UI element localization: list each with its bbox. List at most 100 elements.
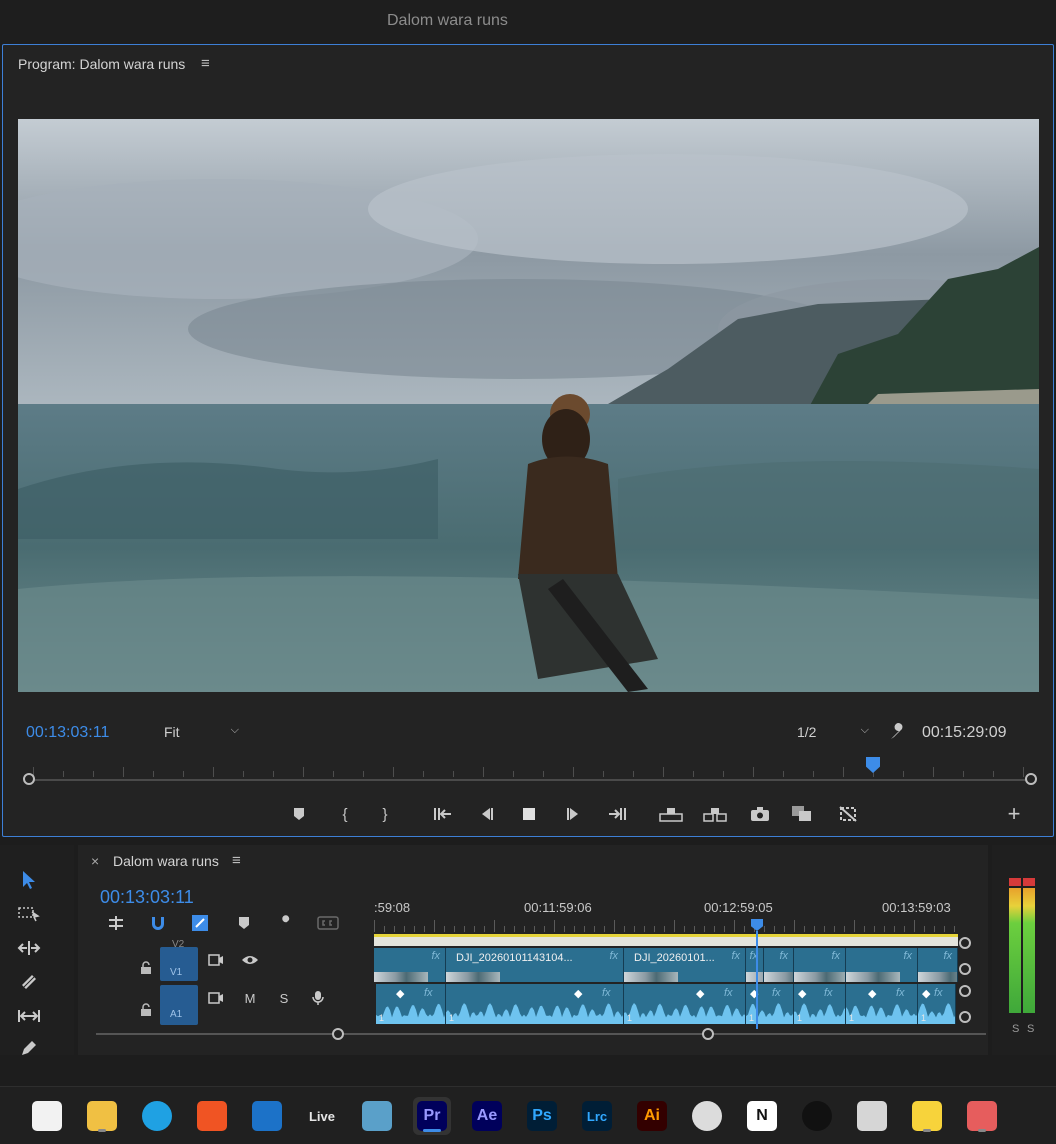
compare-icon[interactable] (789, 802, 815, 826)
settings-wrench-icon[interactable] (887, 721, 909, 743)
track-scroll-handle[interactable] (959, 963, 971, 975)
fx-badge[interactable]: fx (943, 950, 952, 962)
ruler-end-handle[interactable] (1025, 773, 1037, 785)
hamburger-menu-icon[interactable]: ≡ (201, 55, 210, 72)
lift-icon[interactable] (658, 802, 684, 826)
selection-icon[interactable] (15, 867, 43, 893)
toggle-sync-lock-icon[interactable] (206, 989, 226, 1007)
fx-badge[interactable]: fx (731, 950, 740, 962)
playback-resolution-select[interactable]: 1/2 ⌵ (793, 722, 873, 744)
meter-solo-right[interactable]: S (1027, 1023, 1034, 1035)
fx-badge[interactable]: fx (772, 987, 781, 999)
video-clip[interactable]: fx (764, 948, 794, 982)
timeline-timecode[interactable]: 00:13:03:11 (100, 887, 194, 908)
fx-badge[interactable]: fx (602, 987, 611, 999)
step-forward-icon[interactable] (561, 802, 587, 826)
program-video-frame[interactable] (18, 119, 1039, 692)
go-to-in-icon[interactable] (430, 802, 456, 826)
taskbar-lightroom-classic-icon[interactable]: Lrc (578, 1097, 616, 1135)
track-target-a1[interactable]: A1 (160, 985, 198, 1025)
sequence-tab[interactable]: Dalom wara runs (113, 853, 219, 869)
taskbar-ableton-live-icon[interactable]: Live (303, 1097, 341, 1135)
razor-icon[interactable] (15, 969, 43, 995)
fx-badge[interactable]: fx (609, 950, 618, 962)
taskbar-after-effects-icon[interactable]: Ae (468, 1097, 506, 1135)
track-scroll-handle[interactable] (959, 1011, 971, 1023)
taskbar-microsoft-store-icon[interactable] (28, 1097, 66, 1135)
fx-badge[interactable]: fx (824, 987, 833, 999)
stop-icon[interactable] (516, 802, 542, 826)
fx-badge[interactable]: fx (934, 987, 943, 999)
timeline-horizontal-scrollbar[interactable] (96, 1028, 986, 1040)
audio-keyframe-icon[interactable]: ◆ (868, 987, 876, 1000)
track-select-icon[interactable] (15, 901, 43, 927)
taskbar-illustrator-icon[interactable]: Ai (633, 1097, 671, 1135)
program-time-ruler[interactable] (23, 757, 1037, 785)
taskbar-snipping-tool-icon[interactable] (963, 1097, 1001, 1135)
timeline-ruler-ticks[interactable] (374, 920, 956, 932)
scrollbar-right-handle[interactable] (702, 1028, 714, 1040)
taskbar-outlook-icon[interactable] (248, 1097, 286, 1135)
mute-button[interactable]: M (240, 989, 260, 1007)
taskbar-capcut-icon[interactable] (798, 1097, 836, 1135)
extract-icon[interactable] (702, 802, 728, 826)
marker-icon[interactable] (286, 802, 312, 826)
program-playhead[interactable] (866, 757, 880, 773)
taskbar-notion-icon[interactable]: N (743, 1097, 781, 1135)
captions-icon[interactable] (316, 913, 340, 933)
current-timecode[interactable]: 00:13:03:11 (26, 724, 109, 742)
ruler-start-handle[interactable] (23, 773, 35, 785)
video-clip[interactable]: fx (374, 948, 446, 982)
snap-magnet-icon[interactable] (146, 913, 170, 933)
lock-icon[interactable] (140, 961, 154, 975)
taskbar-davinci-resolve-icon[interactable] (358, 1097, 396, 1135)
microphone-icon[interactable] (308, 989, 328, 1007)
program-monitor-title[interactable]: Program: Dalom wara runs (18, 56, 185, 72)
fx-badge[interactable]: fx (831, 950, 840, 962)
taskbar-calculator-icon[interactable] (853, 1097, 891, 1135)
timeline-panel[interactable]: × Dalom wara runs ≡ 00:13:03:11 :59:08 0… (78, 845, 988, 1055)
mark-out-icon[interactable]: } (372, 802, 398, 826)
audio-keyframe-icon[interactable]: ◆ (396, 987, 404, 1000)
audio-clip[interactable]: 1 ◆ fx (746, 984, 794, 1024)
taskbar-obs-studio-icon[interactable] (688, 1097, 726, 1135)
fx-badge[interactable]: fx (724, 987, 733, 999)
timeline-settings-wrench-icon[interactable] (274, 913, 298, 933)
audio-clip[interactable]: 1 ◆ fx (376, 984, 446, 1024)
toggle-sync-lock-icon[interactable] (206, 951, 226, 969)
eye-icon[interactable] (240, 951, 260, 969)
audio-clip[interactable]: 1 ◆ fx (918, 984, 956, 1024)
add-button-icon[interactable]: + (1001, 801, 1027, 826)
mark-in-icon[interactable]: { (332, 802, 358, 826)
audio-clip[interactable]: 1 ◆ fx (446, 984, 624, 1024)
solo-button[interactable]: S (274, 989, 294, 1007)
pen-icon[interactable] (15, 1035, 43, 1061)
taskbar-photoshop-icon[interactable]: Ps (523, 1097, 561, 1135)
camera-icon[interactable] (747, 802, 773, 826)
track-target-v1[interactable]: V1 (160, 947, 198, 981)
fx-badge[interactable]: fx (431, 950, 440, 962)
taskbar-brave-icon[interactable] (193, 1097, 231, 1135)
taskbar-file-explorer-icon[interactable] (83, 1097, 121, 1135)
video-clip[interactable]: fx (746, 948, 764, 982)
audio-clip[interactable]: 1 ◆ fx (794, 984, 846, 1024)
hamburger-menu-icon[interactable]: ≡ (232, 852, 241, 869)
audio-keyframe-icon[interactable]: ◆ (798, 987, 806, 1000)
linked-selection-icon[interactable] (188, 913, 212, 933)
fx-badge[interactable]: fx (896, 987, 905, 999)
track-scroll-handle[interactable] (959, 937, 971, 949)
meter-solo-left[interactable]: S (1012, 1023, 1019, 1035)
multicam-icon[interactable] (835, 802, 861, 826)
step-back-icon[interactable] (473, 802, 499, 826)
audio-clip[interactable]: 1 ◆ fx (624, 984, 746, 1024)
video-clip[interactable]: DJI_20260101143104... fx (446, 948, 624, 982)
video-clip[interactable]: DJI_20260101... fx (624, 948, 746, 982)
work-area-bar[interactable] (374, 934, 958, 946)
lock-icon[interactable] (140, 1003, 154, 1017)
add-marker-icon[interactable] (232, 913, 256, 933)
taskbar-edge-icon[interactable] (138, 1097, 176, 1135)
go-to-out-icon[interactable] (604, 802, 630, 826)
insert-nest-icon[interactable] (104, 913, 128, 933)
scrollbar-left-handle[interactable] (332, 1028, 344, 1040)
audio-clip[interactable]: 1 ◆ fx (846, 984, 918, 1024)
